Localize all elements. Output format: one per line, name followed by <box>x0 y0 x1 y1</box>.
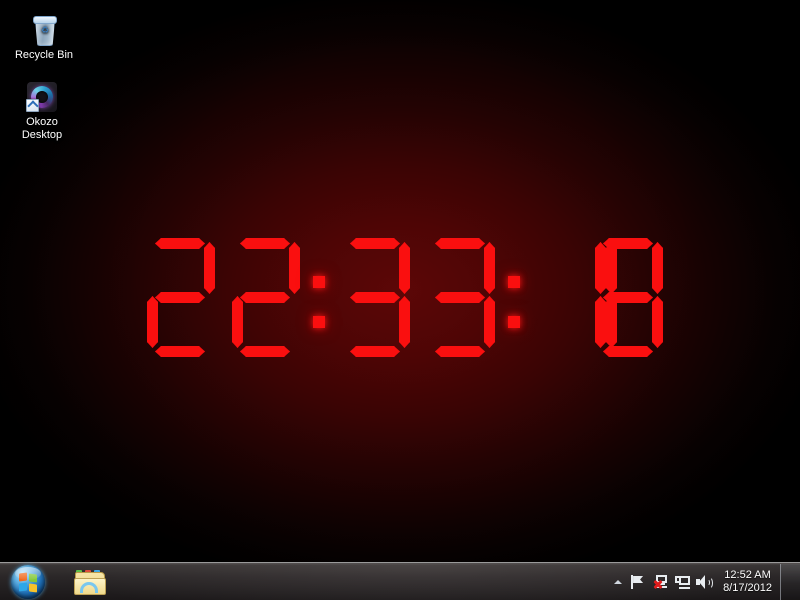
led-colon-first <box>312 236 326 360</box>
led-digit-hour-ones <box>230 236 302 360</box>
segment-e <box>232 296 243 348</box>
desktop-icon-okozo-desktop[interactable]: Okozo Desktop <box>4 81 80 142</box>
segment-b <box>289 242 300 294</box>
show-hidden-icons-arrow[interactable] <box>609 567 627 597</box>
segment-b <box>204 242 215 294</box>
segment-b <box>652 242 663 294</box>
segment-c <box>652 296 663 348</box>
led-digit-second-ones <box>593 236 665 360</box>
segment-c <box>484 296 495 348</box>
system-tray: 12:52 AM 8/17/2012 <box>609 564 778 600</box>
segment-d <box>240 346 290 357</box>
tray-clock-time: 12:52 AM <box>724 569 771 581</box>
segment-e <box>595 296 606 348</box>
segment-a <box>350 238 400 249</box>
segment-a <box>435 238 485 249</box>
network-icon[interactable] <box>671 567 693 597</box>
segment-g <box>435 292 485 303</box>
tray-clock[interactable]: 12:52 AM 8/17/2012 <box>715 569 778 595</box>
network-error-icon[interactable] <box>649 567 671 597</box>
segment-a <box>155 238 205 249</box>
segment-b <box>484 242 495 294</box>
action-center-flag-icon[interactable] <box>627 567 649 597</box>
led-digit-minute-tens <box>340 236 412 360</box>
recycle-bin-icon: ♻ <box>28 14 60 46</box>
segment-d <box>603 346 653 357</box>
taskbar: 12:52 AM 8/17/2012 <box>0 562 800 600</box>
show-desktop-button[interactable] <box>780 564 800 600</box>
desktop-icon-label: Recycle Bin <box>14 49 74 61</box>
taskbar-item-windows-explorer[interactable] <box>66 565 112 599</box>
desktop-screen: ♻ Recycle Bin Okozo Desktop 12:52 AM 8/1… <box>0 0 800 600</box>
led-digit-hour-tens <box>145 236 217 360</box>
red-x-icon <box>652 579 663 590</box>
segment-d <box>350 346 400 357</box>
segment-f <box>595 242 606 294</box>
led-colon-second <box>507 236 521 360</box>
folder-icon <box>74 570 106 595</box>
tray-clock-date: 8/17/2012 <box>723 582 772 594</box>
segment-d <box>435 346 485 357</box>
segment-c <box>399 296 410 348</box>
volume-icon[interactable] <box>693 567 715 597</box>
segment-g <box>350 292 400 303</box>
segment-a <box>603 238 653 249</box>
desktop-icon-label-line2: Desktop <box>21 129 63 141</box>
segment-g <box>155 292 205 303</box>
segment-e <box>147 296 158 348</box>
segment-g <box>240 292 290 303</box>
segment-b <box>399 242 410 294</box>
led-digit-minute-ones <box>425 236 497 360</box>
segment-d <box>155 346 205 357</box>
segment-a <box>240 238 290 249</box>
shortcut-arrow-icon <box>26 99 39 112</box>
segment-g <box>603 292 653 303</box>
okozo-led-clock <box>145 236 665 360</box>
start-button[interactable] <box>6 564 50 600</box>
desktop-icon-label-line1: Okozo <box>26 116 58 128</box>
okozo-desktop-icon <box>26 81 58 113</box>
windows-logo-icon <box>11 565 45 599</box>
desktop-icon-recycle-bin[interactable]: ♻ Recycle Bin <box>6 14 82 62</box>
